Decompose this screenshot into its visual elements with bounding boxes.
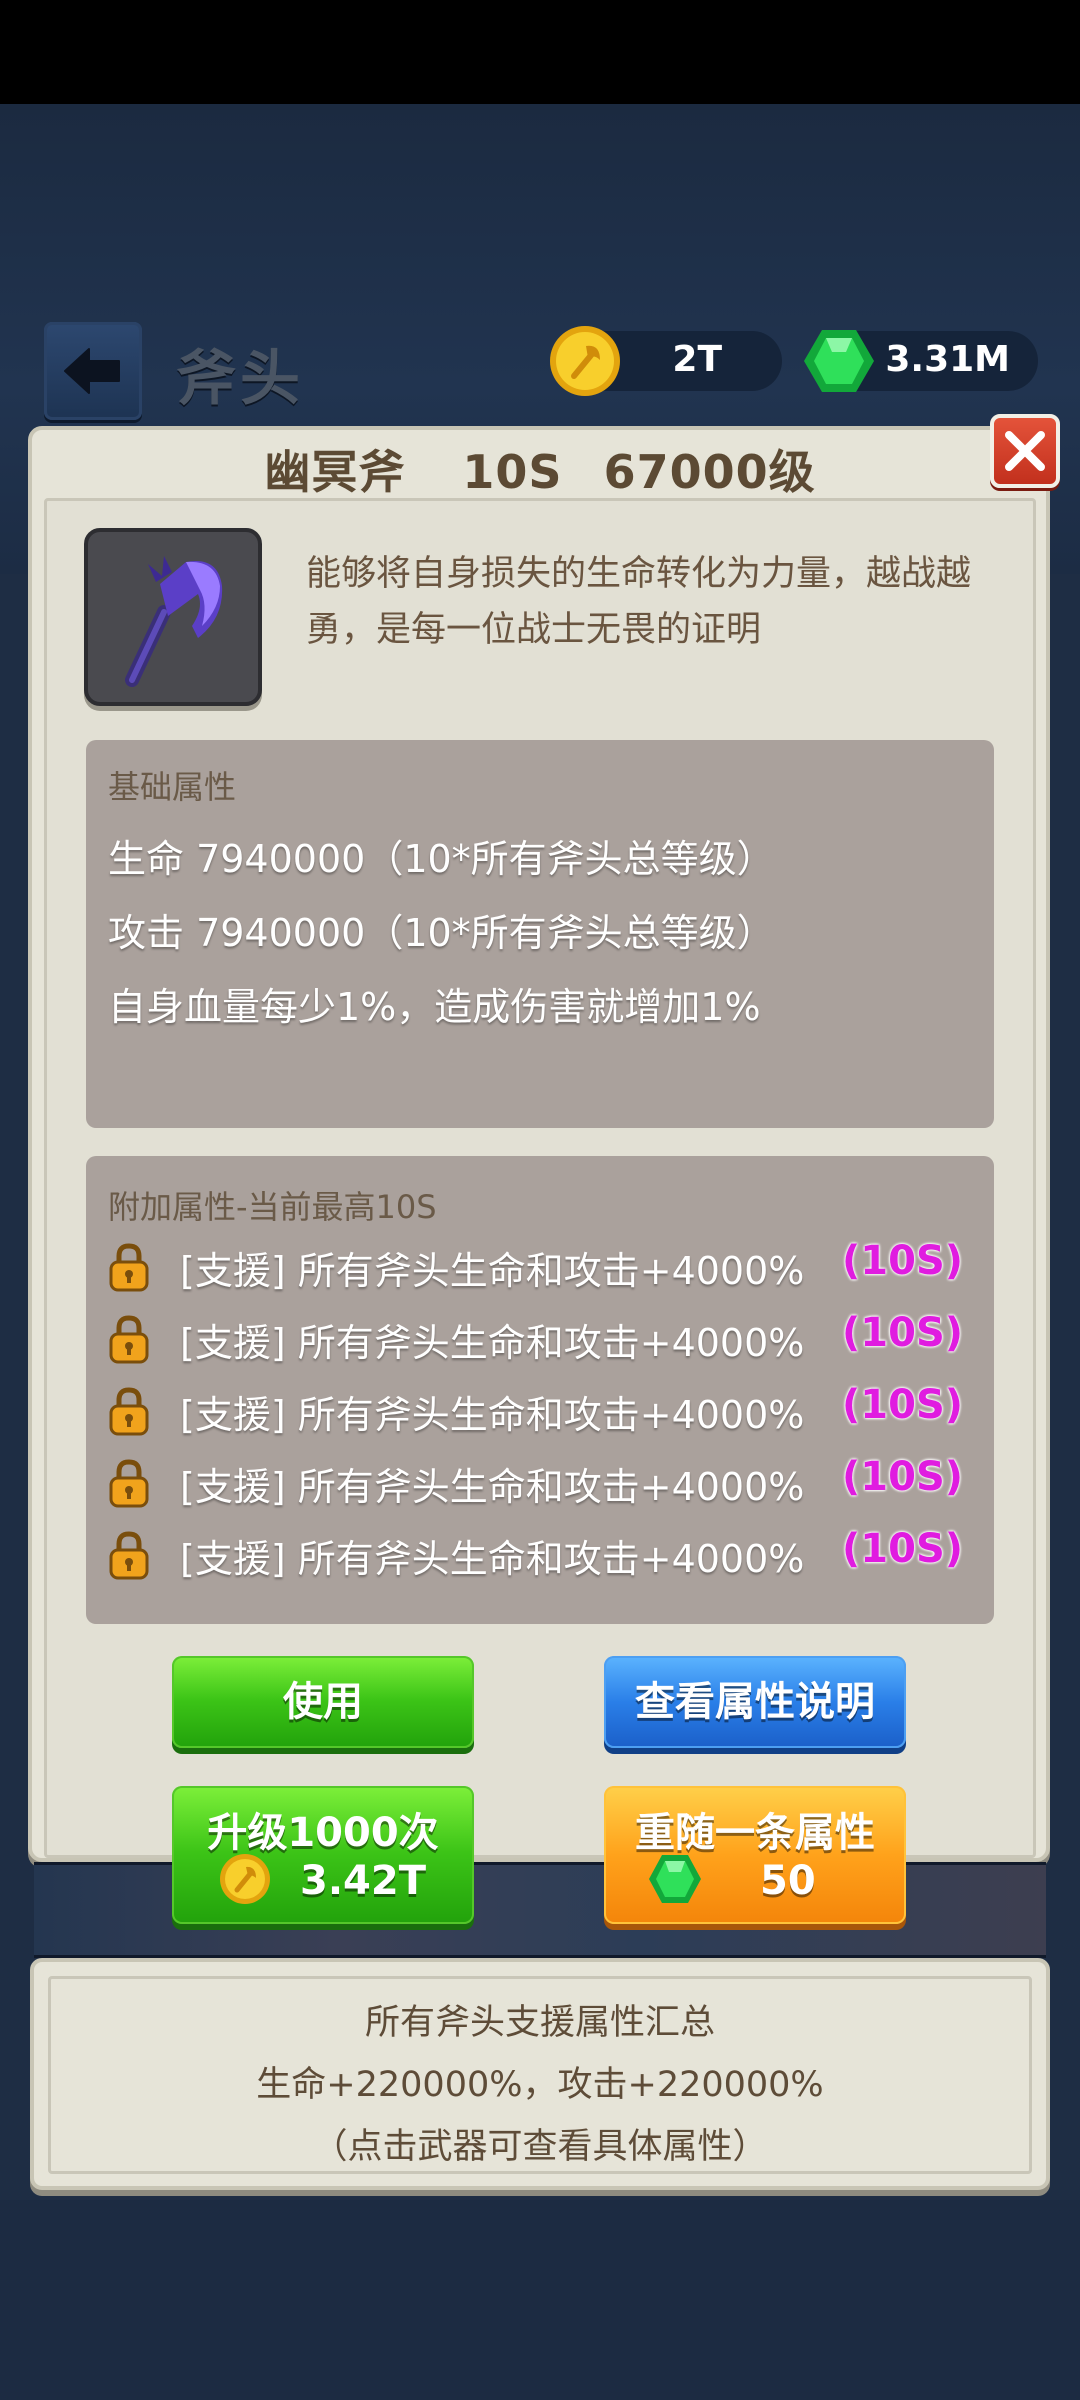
base-attribute-line: 生命 7940000（10*所有斧头总等级） [108, 837, 775, 881]
upgrade-button[interactable]: 升级1000次 3.42T [172, 1786, 474, 1924]
close-icon [1005, 431, 1045, 471]
summary-title: 所有斧头支援属性汇总 [364, 2003, 715, 2043]
base-attribute-line: 攻击 7940000（10*所有斧头总等级） [108, 911, 775, 955]
item-icon[interactable] [84, 528, 262, 706]
item-tier: 10S [462, 445, 563, 499]
close-button[interactable] [990, 414, 1060, 488]
gold-coin-icon [220, 1854, 270, 1904]
green-gem-icon [649, 1855, 701, 1903]
reroll-cost: 50 [760, 1858, 816, 1904]
extra-attribute-row[interactable]: [支援] 所有斧头生命和攻击+4000% (10S) [108, 1452, 968, 1512]
lock-icon[interactable] [108, 1458, 150, 1508]
base-attribute-line: 自身血量每少1%，造成伤害就增加1% [108, 985, 761, 1029]
extra-attribute-row[interactable]: [支援] 所有斧头生命和攻击+4000% (10S) [108, 1236, 968, 1296]
extra-attribute-text: [支援] 所有斧头生命和攻击+4000% [180, 1249, 805, 1293]
page-title: 斧头 [176, 344, 304, 414]
extra-attribute-tier: (10S) [842, 1310, 964, 1356]
extra-attribute-text: [支援] 所有斧头生命和攻击+4000% [180, 1321, 805, 1365]
extra-attribute-text: [支援] 所有斧头生命和攻击+4000% [180, 1393, 805, 1437]
lock-icon[interactable] [108, 1242, 150, 1292]
extra-attribute-row[interactable]: [支援] 所有斧头生命和攻击+4000% (10S) [108, 1380, 968, 1440]
view-attribute-info-button[interactable]: 查看属性说明 [604, 1656, 906, 1748]
base-attributes-box: 基础属性 生命 7940000（10*所有斧头总等级） 攻击 7940000（1… [86, 740, 994, 1128]
reroll-label: 重随一条属性 [635, 1810, 875, 1856]
back-arrow-icon [64, 348, 120, 394]
lock-icon[interactable] [108, 1386, 150, 1436]
item-description: 能够将自身损失的生命转化为力量，越战越勇，是每一位战士无畏的证明 [306, 554, 972, 650]
summary-hint: （点击武器可查看具体属性） [312, 2127, 768, 2167]
extra-attributes-box: 附加属性-当前最高10S [支援] 所有斧头生命和攻击+4000% (10S) … [86, 1156, 994, 1624]
extra-attribute-row[interactable]: [支援] 所有斧头生命和攻击+4000% (10S) [108, 1308, 968, 1368]
item-level: 67000级 [603, 445, 816, 499]
lock-icon[interactable] [108, 1314, 150, 1364]
use-button[interactable]: 使用 [172, 1656, 474, 1748]
lock-icon[interactable] [108, 1530, 150, 1580]
extra-attribute-row[interactable]: [支援] 所有斧头生命和攻击+4000% (10S) [108, 1524, 968, 1584]
extra-attribute-tier: (10S) [842, 1526, 964, 1572]
extra-attribute-tier: (10S) [842, 1454, 964, 1500]
upgrade-label: 升级1000次 [207, 1810, 439, 1856]
green-gem-icon [804, 330, 874, 392]
status-bar [0, 0, 1080, 104]
back-button[interactable] [44, 322, 142, 420]
extra-attribute-tier: (10S) [842, 1382, 964, 1428]
gem-value: 3.31M [885, 339, 1010, 380]
extra-attribute-text: [支援] 所有斧头生命和攻击+4000% [180, 1465, 805, 1509]
bottom-background [0, 2200, 1080, 2400]
extra-attribute-tier: (10S) [842, 1238, 964, 1284]
gold-value: 2T [672, 339, 722, 380]
summary-stats: 生命+220000%，攻击+220000% [256, 2065, 824, 2105]
item-title: 幽冥斧 10S 67000级 [0, 436, 1080, 502]
extra-attribute-text: [支援] 所有斧头生命和攻击+4000% [180, 1537, 805, 1581]
base-attributes-title: 基础属性 [108, 768, 237, 806]
item-name: 幽冥斧 [264, 445, 406, 499]
reroll-attribute-button[interactable]: 重随一条属性 50 [604, 1786, 906, 1924]
upgrade-cost: 3.42T [300, 1858, 426, 1904]
extra-attributes-title: 附加属性-当前最高10S [108, 1188, 437, 1226]
purple-axe-icon [125, 556, 223, 687]
gold-coin-icon [550, 326, 620, 396]
